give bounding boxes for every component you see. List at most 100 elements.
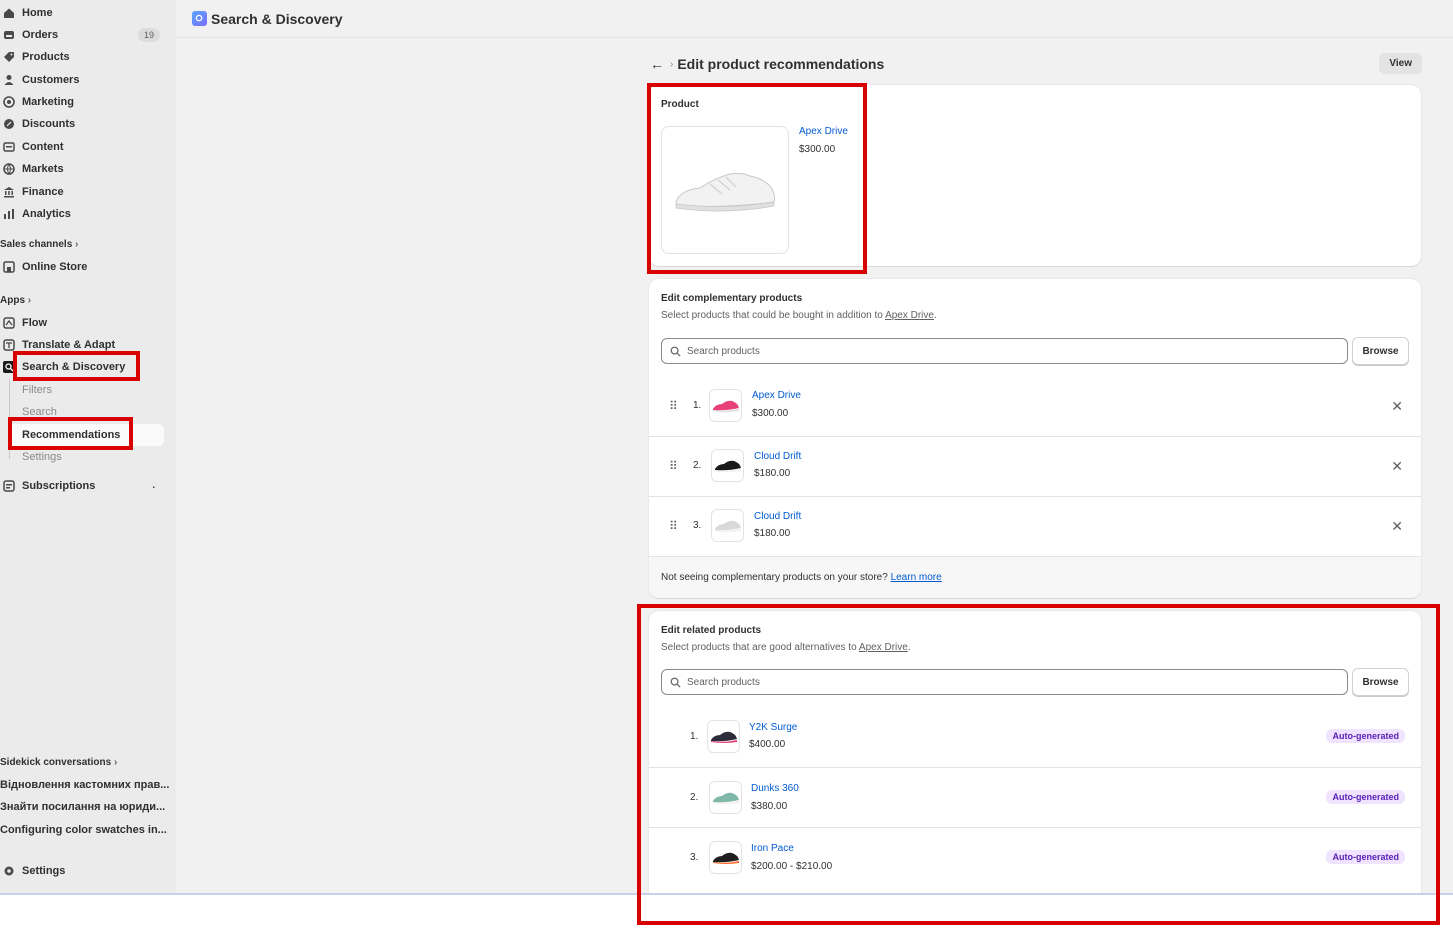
sidebar-item-analytics[interactable]: Analytics (0, 204, 164, 224)
complementary-card: Edit complementary products Select produ… (649, 279, 1421, 598)
product-name-link[interactable]: Apex Drive (799, 126, 848, 137)
subtitle-product-link[interactable]: Apex Drive (885, 310, 934, 321)
sub-item-filters[interactable]: Filters (22, 384, 52, 396)
page-header: ← › Edit product recommendations View (650, 52, 1422, 76)
sidebar-item-marketing[interactable]: Marketing (0, 92, 164, 112)
list-item: 3. Iron Pace $200.00 - $210.00 Auto-gene… (649, 827, 1421, 887)
product-price: $300.00 (799, 144, 836, 155)
bank-icon (1, 184, 17, 200)
drag-handle-icon[interactable]: ⠿ (669, 399, 678, 413)
product-card: Product Apex Drive $300.00 (649, 85, 1421, 266)
search-icon (670, 346, 681, 357)
sub-item-search[interactable]: Search (22, 406, 57, 418)
search-discovery-app-icon (192, 11, 207, 26)
card-footer: Not seeing complementary products on you… (649, 556, 1421, 598)
search-discovery-icon (1, 359, 17, 375)
item-name-link[interactable]: Apex Drive (752, 390, 801, 401)
item-thumbnail (711, 509, 744, 542)
sidebar-item-translate[interactable]: Translate & Adapt (0, 335, 164, 355)
list-item: ⠿ 1. Apex Drive $300.00 ✕ (649, 377, 1421, 437)
dot-indicator: · (151, 478, 156, 494)
conversation-item[interactable]: Configuring color swatches in... (0, 824, 167, 836)
sidebar-item-flow[interactable]: Flow (0, 313, 164, 333)
sales-channels-heading[interactable]: Sales channels › (0, 239, 78, 250)
target-icon (1, 94, 17, 110)
sidebar-item-customers[interactable]: Customers (0, 70, 164, 90)
auto-generated-badge: Auto-generated (1326, 850, 1405, 864)
sidebar-item-online-store[interactable]: Online Store (0, 257, 164, 277)
item-name-link[interactable]: Cloud Drift (754, 451, 801, 462)
sidebar-item-discounts[interactable]: Discounts (0, 114, 164, 134)
conversation-item[interactable]: Відновлення кастомних прав... (0, 779, 169, 791)
sidebar-item-subscriptions[interactable]: Subscriptions · (0, 476, 164, 496)
item-price: $180.00 (754, 528, 791, 539)
gear-icon (1, 863, 17, 879)
item-number: 2. (693, 460, 702, 471)
sidebar-item-label: Customers (22, 74, 80, 86)
sidebar-item-search-discovery[interactable]: Search & Discovery (0, 357, 164, 377)
remove-icon[interactable]: ✕ (1391, 518, 1403, 535)
sidebar-item-settings[interactable]: Settings (0, 861, 164, 881)
sub-item-recommendations[interactable]: Recommendations (22, 429, 120, 441)
item-price: $400.00 (749, 739, 786, 750)
sidekick-heading[interactable]: Sidekick conversations › (0, 757, 117, 768)
browse-button[interactable]: Browse (1352, 668, 1409, 696)
sidebar-item-finance[interactable]: Finance (0, 182, 164, 202)
content-icon (1, 139, 17, 155)
back-arrow-icon[interactable]: ← (650, 56, 664, 72)
auto-generated-badge: Auto-generated (1326, 790, 1405, 804)
auto-generated-badge: Auto-generated (1326, 729, 1405, 743)
item-thumbnail (707, 720, 740, 753)
tag-icon (1, 49, 17, 65)
subtitle-product-link[interactable]: Apex Drive (859, 642, 908, 653)
globe-icon (1, 161, 17, 177)
item-price: $180.00 (754, 468, 791, 479)
sidebar-item-markets[interactable]: Markets (0, 159, 164, 179)
item-thumbnail (709, 841, 742, 874)
item-thumbnail (709, 781, 742, 814)
card-subtitle: Select products that could be bought in … (661, 310, 937, 321)
complementary-search-input[interactable]: Search products (661, 338, 1348, 364)
product-image (661, 126, 789, 254)
browse-button[interactable]: Browse (1352, 337, 1409, 365)
related-list: 1. Y2K Surge $400.00 Auto-generated 2. D… (649, 707, 1421, 893)
sidebar-item-orders[interactable]: Orders 19 (0, 25, 164, 45)
conversation-item[interactable]: Знайти посилання на юриди... (0, 801, 165, 813)
store-icon (1, 259, 17, 275)
list-item: 2. Dunks 360 $380.00 Auto-generated (649, 767, 1421, 827)
tree-line (9, 379, 10, 459)
list-item: 1. Y2K Surge $400.00 Auto-generated (649, 707, 1421, 767)
sub-item-settings[interactable]: Settings (22, 451, 62, 463)
item-price: $380.00 (751, 801, 788, 812)
related-search-input[interactable]: Search products (661, 669, 1348, 695)
home-icon (1, 5, 17, 21)
bottom-area (0, 895, 1453, 928)
apps-heading[interactable]: Apps › (0, 295, 31, 306)
item-name-link[interactable]: Dunks 360 (751, 783, 799, 794)
remove-icon[interactable]: ✕ (1391, 458, 1403, 475)
item-number: 3. (693, 520, 702, 531)
sidebar-item-label: Subscriptions (22, 480, 96, 492)
page-title: Edit product recommendations (677, 56, 885, 72)
card-subtitle: Select products that are good alternativ… (661, 642, 911, 653)
view-button[interactable]: View (1379, 53, 1422, 74)
search-placeholder: Search products (687, 676, 760, 688)
learn-more-link[interactable]: Learn more (891, 572, 942, 583)
search-placeholder: Search products (687, 345, 760, 357)
item-number: 1. (693, 400, 702, 411)
item-name-link[interactable]: Y2K Surge (749, 722, 797, 733)
drag-handle-icon[interactable]: ⠿ (669, 459, 678, 473)
sidebar-item-products[interactable]: Products (0, 47, 164, 67)
footer-text: Not seeing complementary products on you… (661, 572, 942, 583)
remove-icon[interactable]: ✕ (1391, 398, 1403, 415)
item-name-link[interactable]: Iron Pace (751, 843, 794, 854)
item-thumbnail (711, 449, 744, 482)
sidebar-item-content[interactable]: Content (0, 137, 164, 157)
drag-handle-icon[interactable]: ⠿ (669, 519, 678, 533)
shoe-image (675, 172, 775, 212)
sidebar-item-label: Translate & Adapt (22, 339, 116, 351)
translate-icon (1, 337, 17, 353)
sidebar-item-home[interactable]: Home (0, 3, 164, 23)
sidebar-item-label: Finance (22, 186, 64, 198)
item-name-link[interactable]: Cloud Drift (754, 511, 801, 522)
